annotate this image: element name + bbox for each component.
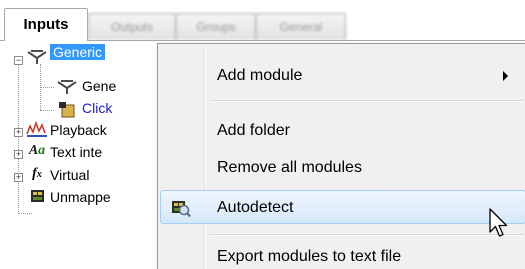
menu-item-label: Remove all modules: [217, 159, 362, 176]
tree-connector: [18, 213, 32, 214]
context-menu: Add module Add folder Remove all modules…: [157, 43, 525, 269]
tab-groups[interactable]: Groups: [176, 13, 256, 40]
tab-strip: Inputs Outputs Groups General: [0, 0, 525, 41]
tree-item-virtual[interactable]: Virtual: [50, 164, 89, 186]
submenu-arrow-icon: [503, 71, 508, 81]
tab-general[interactable]: General: [256, 13, 346, 40]
expand-toggle[interactable]: +: [14, 150, 23, 159]
menu-item-autodetect[interactable]: Autodetect: [160, 190, 525, 224]
menu-item-label: Add folder: [217, 122, 290, 139]
click-input-icon: [56, 100, 78, 118]
tree-connector: [40, 110, 54, 111]
expand-toggle[interactable]: +: [14, 128, 23, 137]
tree-item-gene[interactable]: Gene: [82, 75, 116, 97]
menu-item-remove-all-modules[interactable]: Remove all modules: [160, 151, 525, 185]
tree-item-label: Gene: [82, 78, 117, 94]
tree-item-label: Virtual: [50, 167, 90, 183]
input-module-tree[interactable]: − Generic Gene Click + Playback + Aa Tex…: [0, 42, 160, 269]
tree-item-playback[interactable]: Playback: [50, 119, 107, 141]
tree-item-label: Text inte: [50, 144, 103, 160]
tree-item-label: Playback: [50, 122, 107, 138]
text-icon: Aa: [28, 143, 46, 158]
tab-inputs[interactable]: Inputs: [4, 8, 88, 41]
tree-item-label: Click: [82, 100, 113, 116]
tree-item-generic[interactable]: Generic: [50, 41, 106, 63]
generic-module-icon: [56, 78, 78, 96]
menu-item-export-modules[interactable]: Export modules to text file: [160, 240, 525, 269]
menu-item-label: Export modules to text file: [217, 248, 402, 265]
autodetect-icon: [171, 198, 191, 218]
playback-icon: [26, 120, 48, 138]
generic-module-icon: [26, 48, 48, 66]
tree-item-label: Unmappe: [50, 189, 111, 205]
tree-connector: [18, 61, 19, 214]
collapse-toggle[interactable]: −: [14, 56, 23, 65]
menu-item-add-folder[interactable]: Add folder: [160, 114, 525, 148]
tree-item-click[interactable]: Click: [82, 97, 112, 119]
menu-separator: [210, 101, 524, 102]
menu-item-label: Autodetect: [217, 199, 294, 216]
menu-separator: [210, 235, 524, 236]
unmapped-icon: [26, 187, 48, 205]
mouse-cursor-icon: [488, 208, 512, 240]
tab-outputs[interactable]: Outputs: [88, 13, 176, 40]
menu-item-add-module[interactable]: Add module: [160, 59, 525, 93]
tree-item-text[interactable]: Text inte: [50, 141, 102, 163]
tree-connector: [40, 87, 54, 88]
menu-item-label: Add module: [217, 67, 303, 84]
tree-item-label: Generic: [50, 44, 106, 60]
tree-item-unmapped[interactable]: Unmappe: [50, 186, 111, 208]
function-icon: fx: [32, 166, 42, 181]
expand-toggle[interactable]: +: [14, 173, 23, 182]
